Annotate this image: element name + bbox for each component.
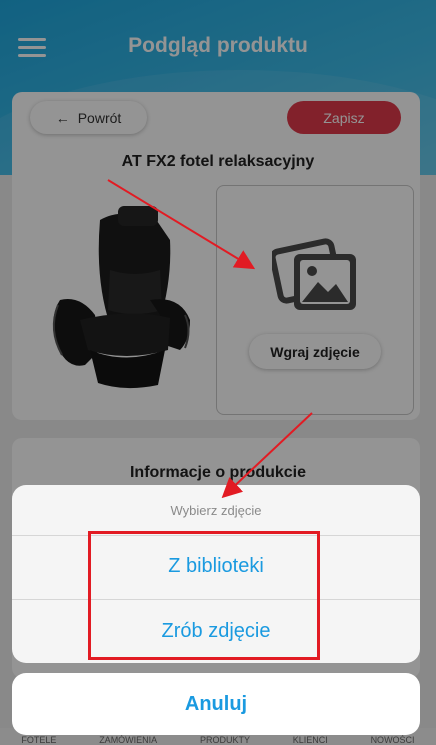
cancel-button[interactable]: Anuluj	[12, 673, 420, 735]
action-sheet-title: Wybierz zdjęcie	[170, 503, 262, 518]
annotation-highlight-box	[88, 531, 320, 660]
